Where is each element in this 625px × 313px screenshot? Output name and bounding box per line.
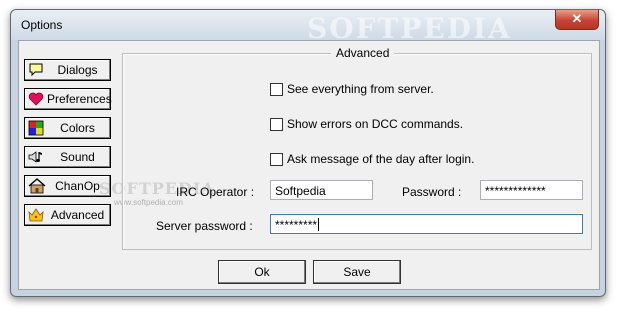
- nav-button-colors[interactable]: Colors: [24, 117, 111, 139]
- speech-bubble-icon: [28, 62, 44, 78]
- dialog-client-area: Dialogs Preferences Colors Sound ChanOp …: [18, 40, 600, 290]
- nav-label: Advanced: [50, 208, 105, 222]
- nav-label: Sound: [60, 150, 95, 164]
- save-button[interactable]: Save: [313, 260, 401, 284]
- text-caret: [318, 218, 320, 231]
- irc-operator-input[interactable]: Softpedia: [270, 180, 373, 200]
- speaker-note-icon: [28, 149, 44, 165]
- heart-icon: [28, 91, 44, 107]
- checkbox-box[interactable]: [270, 83, 283, 96]
- nav-label: Dialogs: [57, 63, 98, 77]
- server-password-input[interactable]: *********: [270, 214, 583, 234]
- advanced-groupbox: Advanced See everything from server. Sho…: [122, 46, 592, 250]
- nav-label: Preferences: [47, 92, 112, 106]
- nav-button-chanop[interactable]: ChanOp: [24, 175, 111, 197]
- nav-label: Colors: [60, 121, 95, 135]
- checkbox-label: See everything from server.: [287, 82, 434, 96]
- password-label: Password :: [402, 185, 462, 199]
- crown-icon: [28, 207, 44, 223]
- ok-button[interactable]: Ok: [218, 260, 306, 284]
- nav-button-dialogs[interactable]: Dialogs: [24, 59, 111, 81]
- nav-button-preferences[interactable]: Preferences: [24, 88, 112, 110]
- checkbox-label: Show errors on DCC commands.: [287, 117, 464, 131]
- checkbox-label: Ask message of the day after login.: [287, 152, 475, 166]
- password-input[interactable]: *************: [480, 180, 583, 200]
- nav-button-sound[interactable]: Sound: [24, 146, 111, 168]
- nav-button-advanced[interactable]: Advanced: [24, 204, 111, 226]
- close-button[interactable]: ✕: [555, 10, 599, 30]
- title-bar[interactable]: Options SOFTPEDIA ✕: [11, 10, 605, 45]
- server-password-label: Server password :: [156, 219, 253, 233]
- checkbox-box[interactable]: [270, 118, 283, 131]
- irc-operator-label: IRC Operator :: [176, 185, 255, 199]
- server-password-value: *********: [275, 218, 318, 232]
- window-title: Options: [21, 18, 63, 32]
- checkbox-box[interactable]: [270, 153, 283, 166]
- house-icon: [28, 178, 46, 194]
- options-window: Options SOFTPEDIA ✕ Dialogs Preferences: [10, 9, 606, 297]
- palette-icon: [28, 120, 44, 136]
- groupbox-legend: Advanced: [331, 46, 395, 60]
